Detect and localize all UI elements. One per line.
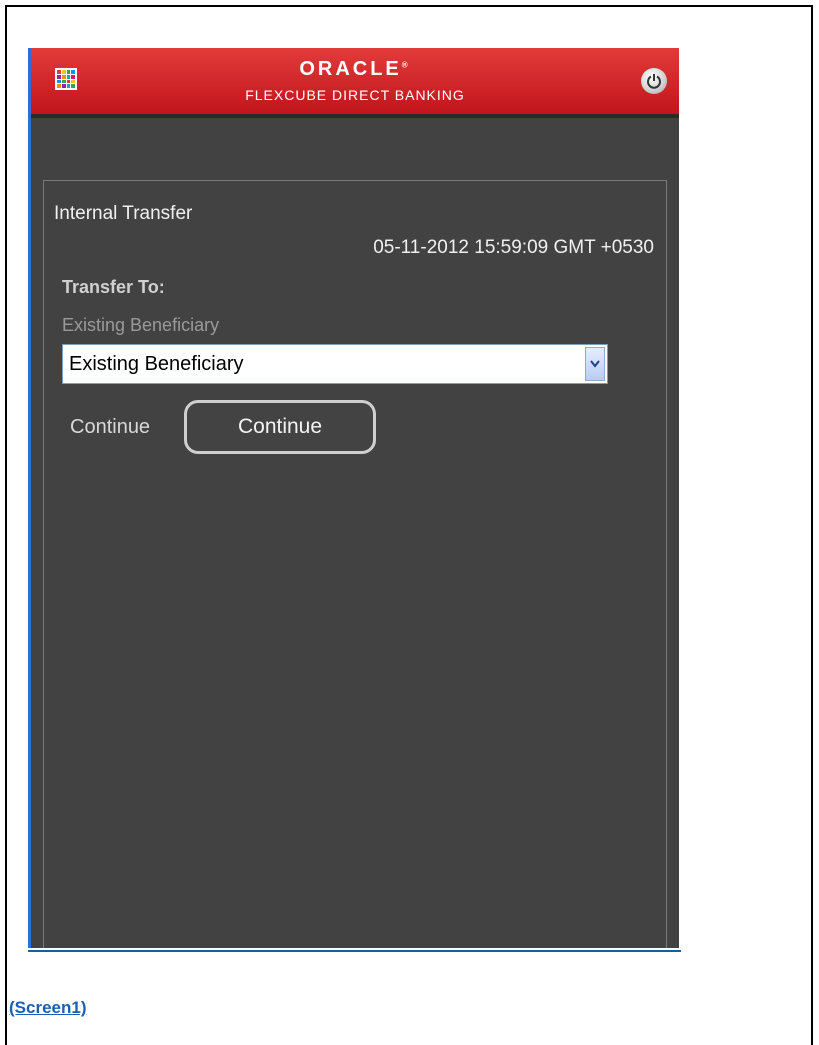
divider — [28, 950, 681, 952]
chevron-down-icon[interactable] — [585, 347, 605, 381]
continue-button[interactable]: Continue — [184, 400, 376, 454]
beneficiary-select-value: Existing Beneficiary — [69, 353, 244, 375]
continue-label: Continue — [70, 416, 151, 438]
transfer-panel: Internal Transfer 05-11-2012 15:59:09 GM… — [43, 180, 667, 948]
screen-caption-link[interactable]: (Screen1) — [9, 998, 86, 1018]
mobile-app-screen: ORACLE® FLEXCUBE DIRECT BANKING Internal… — [28, 48, 679, 948]
product-name: FLEXCUBE DIRECT BANKING — [245, 87, 465, 103]
power-icon[interactable] — [641, 68, 667, 94]
beneficiary-select[interactable]: Existing Beneficiary — [62, 344, 608, 384]
page-title: Internal Transfer — [54, 203, 193, 224]
app-header: ORACLE® FLEXCUBE DIRECT BANKING — [31, 48, 679, 114]
beneficiary-field-label: Existing Beneficiary — [62, 315, 220, 335]
transfer-to-label: Transfer To: — [62, 277, 165, 297]
timestamp: 05-11-2012 15:59:09 GMT +0530 — [373, 237, 654, 258]
brand-name: ORACLE® — [299, 58, 411, 80]
header-shadow — [31, 114, 679, 118]
brand-logo: ORACLE® FLEXCUBE DIRECT BANKING — [31, 58, 679, 103]
